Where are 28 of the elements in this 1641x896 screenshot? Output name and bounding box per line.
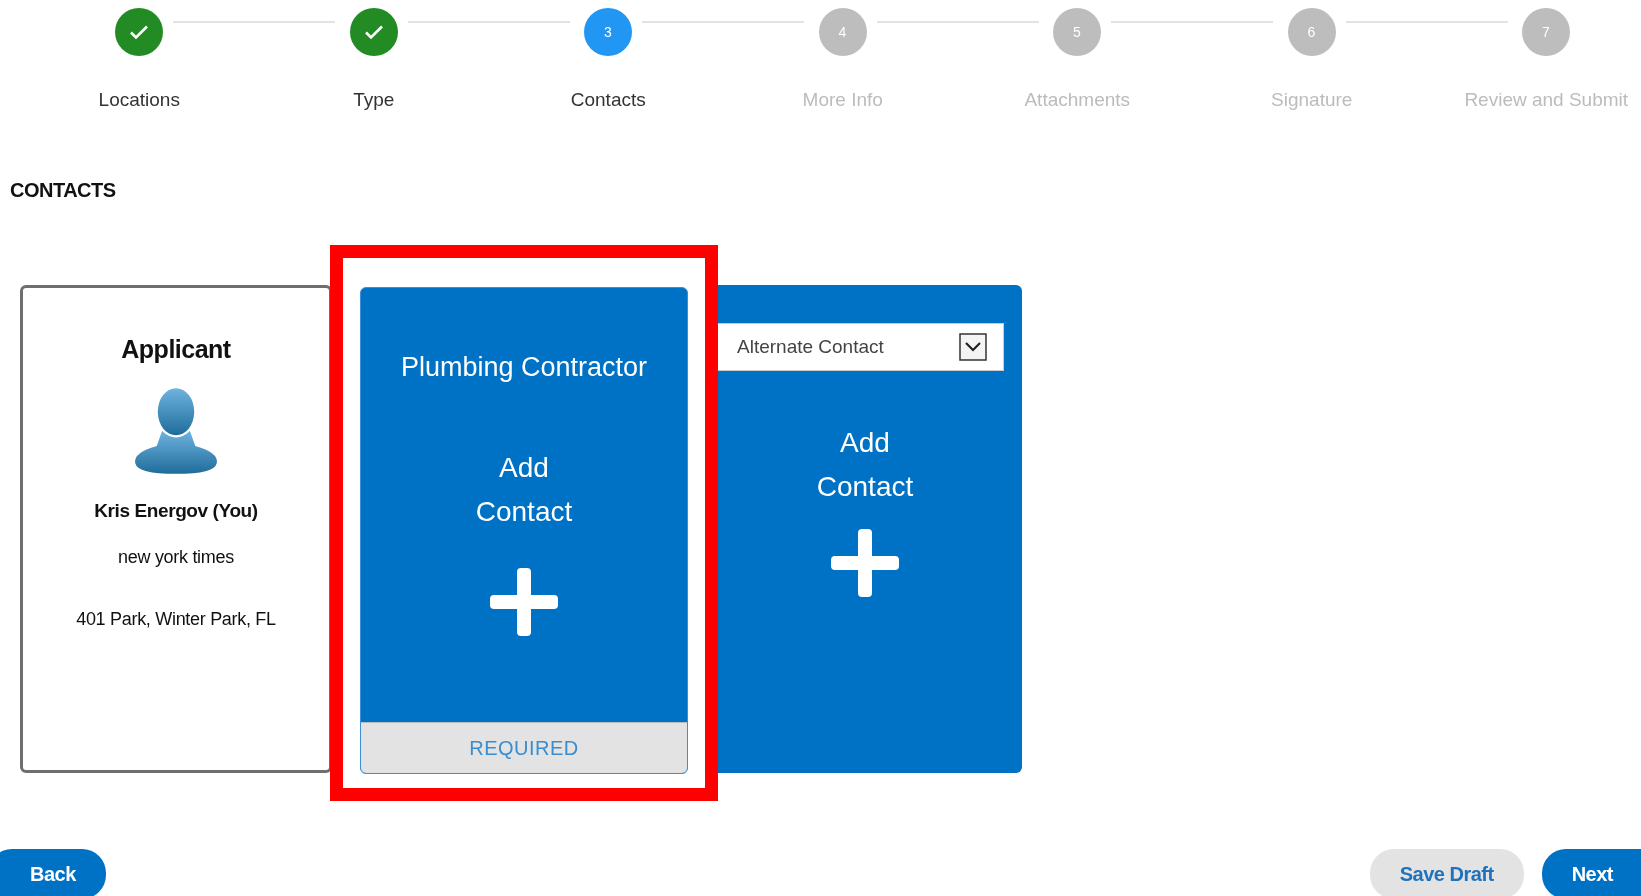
card-title: Plumbing Contractor — [400, 352, 648, 383]
step-circle: 7 — [1522, 8, 1570, 56]
add-contact-label: Add Contact — [815, 426, 915, 504]
plus-icon[interactable] — [490, 568, 558, 636]
step-label: Type — [353, 89, 395, 111]
required-label: REQUIRED — [361, 722, 687, 773]
step-label: Review and Submit — [1464, 89, 1629, 111]
step-circle: 4 — [818, 8, 867, 56]
add-contact-label: Add Contact — [474, 451, 574, 529]
step-label: More Info — [802, 89, 883, 111]
contact-name: Kris Energov (You) — [94, 500, 258, 522]
contact-address: 401 Park, Winter Park, FL — [76, 609, 276, 630]
primary-button[interactable]: Back — [0, 849, 106, 896]
company-name: new york times — [118, 547, 234, 568]
step-label: Signature — [1271, 89, 1353, 111]
plus-icon[interactable] — [831, 529, 899, 597]
step-label: Locations — [98, 89, 180, 111]
step-label: Attachments — [1024, 89, 1131, 111]
step-circle: 3 — [584, 8, 632, 56]
step-circle: 5 — [1053, 8, 1101, 56]
step-label: Contacts — [570, 89, 646, 111]
step-circle: 6 — [1287, 8, 1336, 56]
chevron-down-icon — [959, 333, 987, 361]
secondary-button[interactable]: Save Draft — [1369, 849, 1524, 896]
add-contact-card[interactable]: Plumbing Contractor Add Contact REQUIRED — [360, 287, 688, 774]
section-title: CONTACTS — [10, 179, 116, 202]
card-title: Applicant — [121, 335, 231, 364]
primary-button[interactable]: Next — [1541, 849, 1641, 896]
